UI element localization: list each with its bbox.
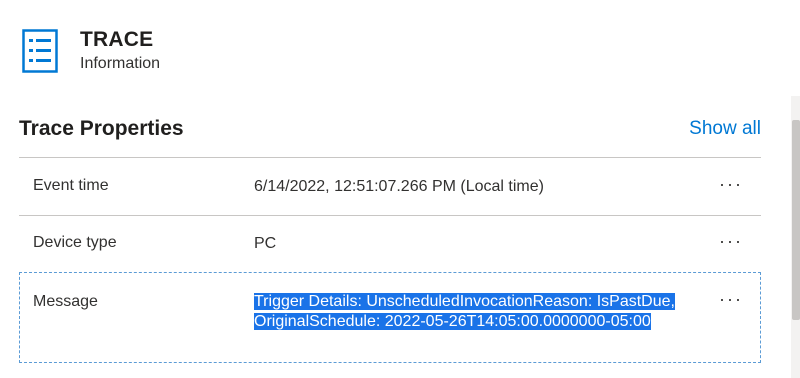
more-options-button[interactable]: ··· <box>719 231 743 252</box>
property-row-device-type: Device type PC ··· <box>19 217 761 272</box>
section-title: Trace Properties <box>19 117 184 140</box>
property-value: 6/14/2022, 12:51:07.266 PM (Local time) <box>254 178 544 195</box>
list-icon <box>20 27 60 75</box>
show-all-link[interactable]: Show all <box>689 118 761 140</box>
page-subtitle: Information <box>80 55 161 72</box>
scrollbar-thumb[interactable] <box>792 120 800 320</box>
more-options-button[interactable]: ··· <box>719 174 743 195</box>
page-title: TRACE <box>80 28 154 51</box>
property-value[interactable]: Trigger Details: UnscheduledInvocationRe… <box>254 292 684 332</box>
property-label: Message <box>33 293 98 310</box>
property-label: Event time <box>33 177 109 194</box>
property-label: Device type <box>33 234 117 251</box>
trace-details-page: TRACE Information Trace Properties Show … <box>0 0 800 378</box>
property-row-event-time: Event time 6/14/2022, 12:51:07.266 PM (L… <box>19 158 761 216</box>
selected-message-text[interactable]: Trigger Details: UnscheduledInvocationRe… <box>254 293 675 330</box>
header-text: TRACE Information <box>80 27 160 75</box>
trace-header: TRACE Information <box>20 27 160 75</box>
section-header: Trace Properties Show all <box>19 113 761 145</box>
more-options-button[interactable]: ··· <box>719 289 743 310</box>
property-value: PC <box>254 235 277 252</box>
property-row-message[interactable]: Message Trigger Details: UnscheduledInvo… <box>19 272 761 363</box>
